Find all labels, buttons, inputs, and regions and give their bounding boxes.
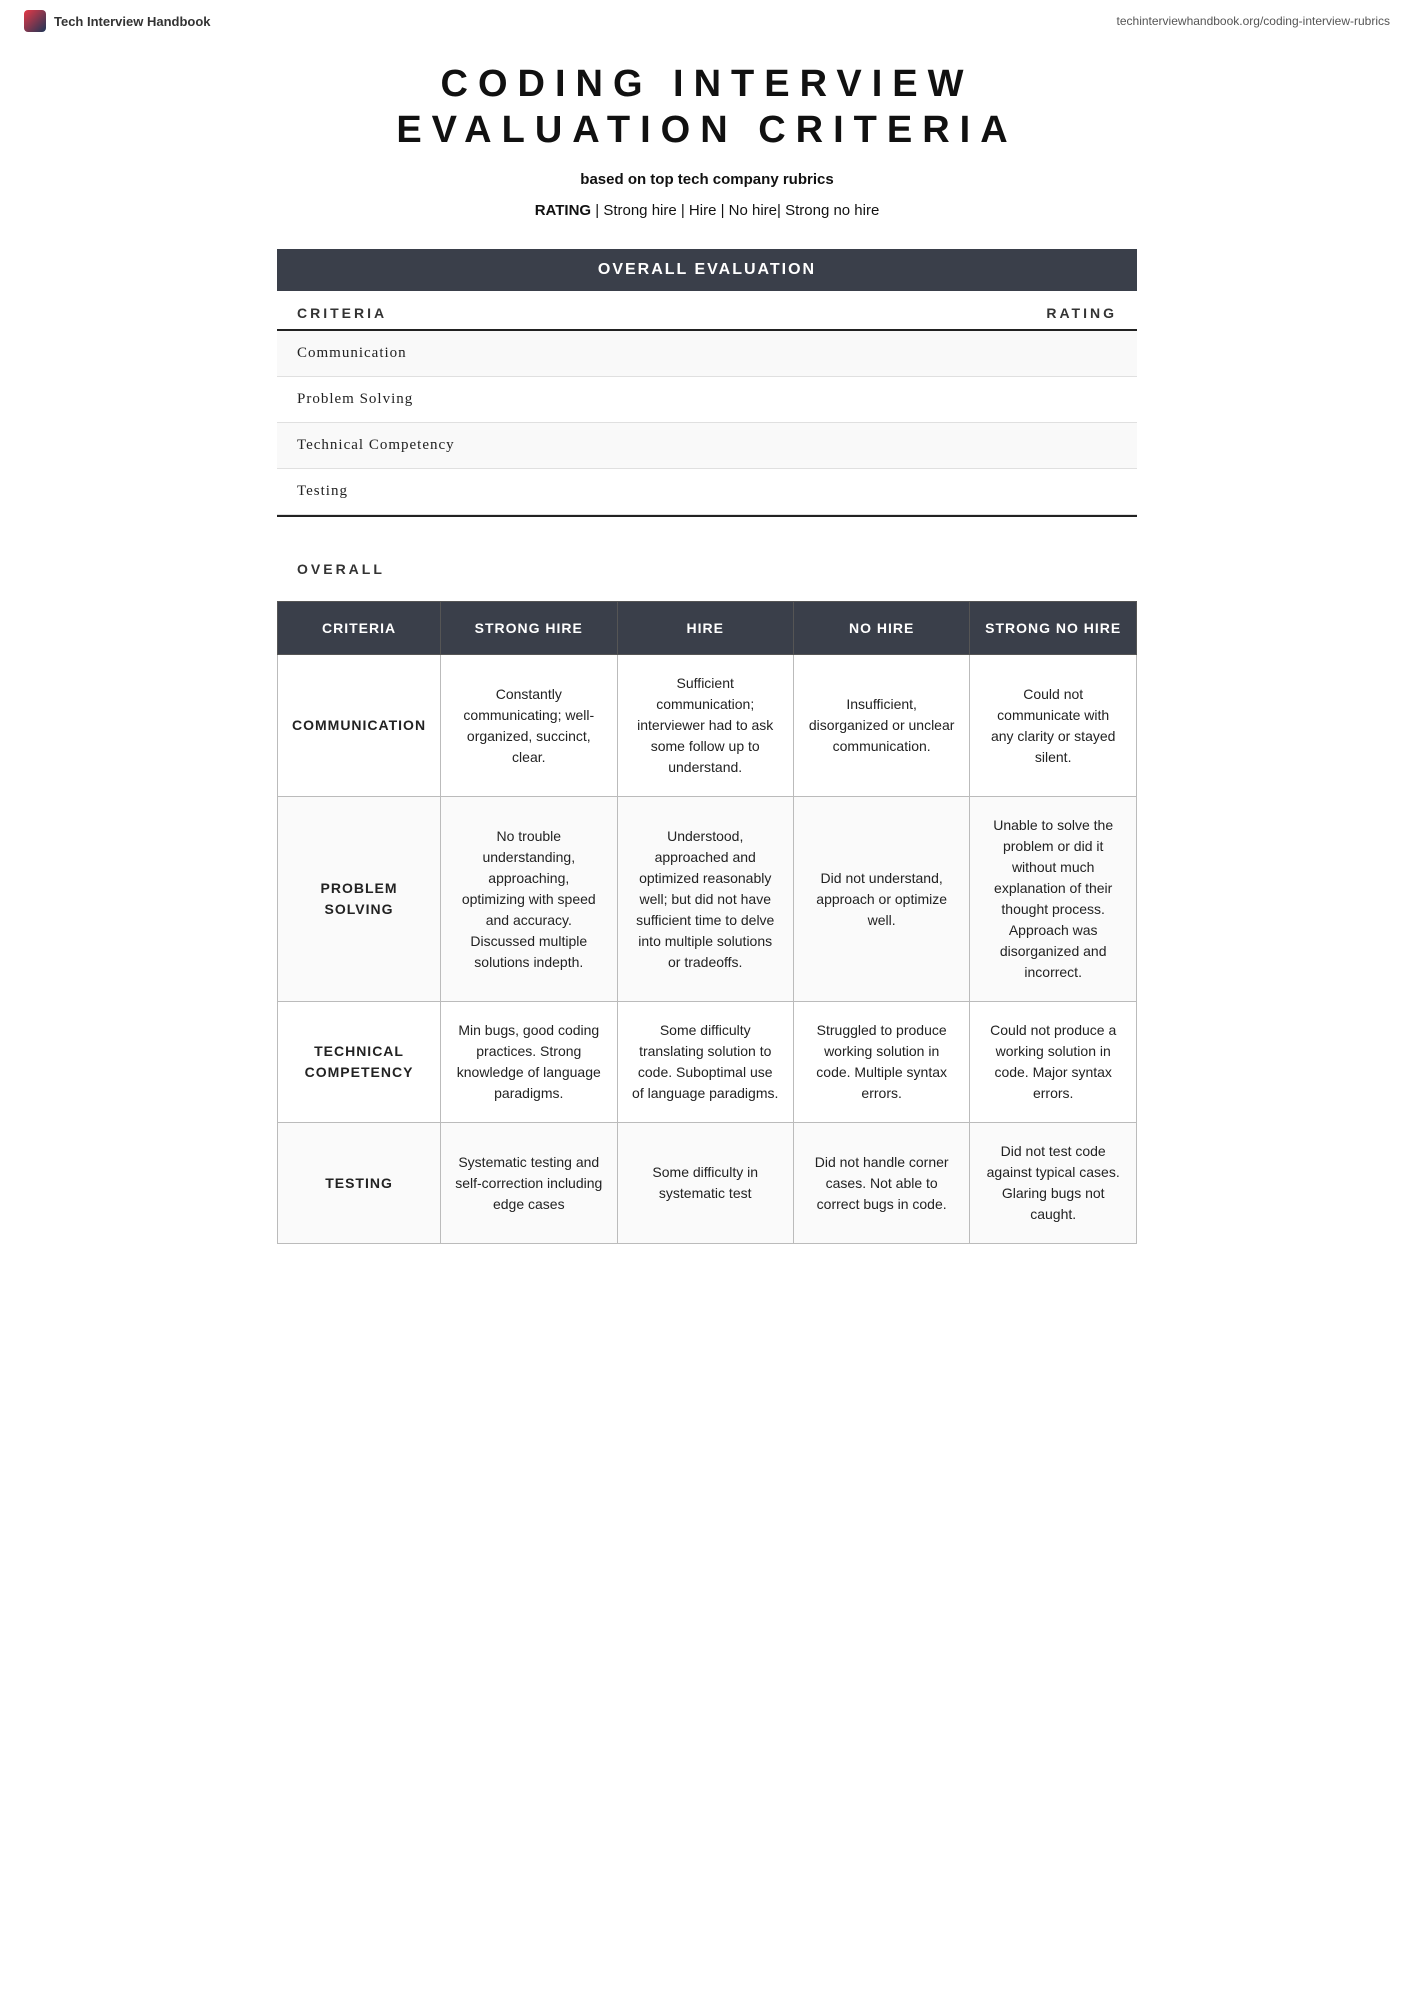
problem-solving-strong-hire: No trouble understanding, approaching, o… bbox=[441, 797, 617, 1002]
col-rating-label: RATING bbox=[1046, 305, 1117, 321]
technical-competency-strong-hire: Min bugs, good coding practices. Strong … bbox=[441, 1002, 617, 1123]
eval-row-problem-solving: Problem Solving bbox=[277, 377, 1137, 423]
logo-text: Tech Interview Handbook bbox=[54, 14, 211, 29]
logo-icon bbox=[24, 10, 46, 32]
overall-evaluation-header: OVERALL EVALUATION bbox=[277, 249, 1137, 291]
topbar: Tech Interview Handbook techinterviewhan… bbox=[0, 0, 1414, 42]
rating-label: RATING bbox=[535, 202, 591, 219]
page-title: CODING INTERVIEW EVALUATION CRITERIA bbox=[277, 62, 1137, 153]
eval-row-communication: Communication bbox=[277, 331, 1137, 377]
col-header-no-hire: NO HIRE bbox=[793, 602, 969, 655]
col-criteria-label: CRITERIA bbox=[297, 305, 387, 321]
rubric-table: CRITERIA STRONG HIRE HIRE NO HIRE STRONG… bbox=[277, 601, 1137, 1244]
rubric-header-row: CRITERIA STRONG HIRE HIRE NO HIRE STRONG… bbox=[278, 602, 1137, 655]
overall-evaluation-section: OVERALL EVALUATION CRITERIA RATING Commu… bbox=[277, 249, 1137, 583]
criteria-testing: TESTING bbox=[278, 1123, 441, 1244]
criteria-problem-solving: PROBLEM SOLVING bbox=[278, 797, 441, 1002]
testing-no-hire: Did not handle corner cases. Not able to… bbox=[793, 1123, 969, 1244]
logo: Tech Interview Handbook bbox=[24, 10, 211, 32]
subtitle: based on top tech company rubrics bbox=[277, 171, 1137, 188]
overall-label: OVERALL bbox=[277, 547, 1137, 583]
col-header-strong-no-hire: STRONG NO HIRE bbox=[970, 602, 1137, 655]
eval-row-testing: Testing bbox=[277, 469, 1137, 515]
rating-line: RATING | Strong hire | Hire | No hire| S… bbox=[277, 202, 1137, 219]
communication-hire: Sufficient communication; interviewer ha… bbox=[617, 655, 793, 797]
criteria-technical-competency: TECHNICAL COMPETENCY bbox=[278, 1002, 441, 1123]
eval-row-label: Communication bbox=[297, 345, 407, 361]
eval-rows: Communication Problem Solving Technical … bbox=[277, 331, 1137, 517]
technical-competency-hire: Some difficulty translating solution to … bbox=[617, 1002, 793, 1123]
criteria-rating-header: CRITERIA RATING bbox=[277, 291, 1137, 331]
technical-competency-strong-no-hire: Could not produce a working solution in … bbox=[970, 1002, 1137, 1123]
eval-row-technical-competency: Technical Competency bbox=[277, 423, 1137, 469]
communication-strong-hire: Constantly communicating; well-organized… bbox=[441, 655, 617, 797]
rating-options: | Strong hire | Hire | No hire| Strong n… bbox=[595, 202, 879, 219]
table-row-testing: TESTING Systematic testing and self-corr… bbox=[278, 1123, 1137, 1244]
table-row-problem-solving: PROBLEM SOLVING No trouble understanding… bbox=[278, 797, 1137, 1002]
col-header-criteria: CRITERIA bbox=[278, 602, 441, 655]
problem-solving-hire: Understood, approached and optimized rea… bbox=[617, 797, 793, 1002]
testing-hire: Some difficulty in systematic test bbox=[617, 1123, 793, 1244]
eval-row-label: Testing bbox=[297, 483, 348, 499]
communication-no-hire: Insufficient, disorganized or unclear co… bbox=[793, 655, 969, 797]
eval-row-label: Technical Competency bbox=[297, 437, 455, 453]
problem-solving-strong-no-hire: Unable to solve the problem or did it wi… bbox=[970, 797, 1137, 1002]
communication-strong-no-hire: Could not communicate with any clarity o… bbox=[970, 655, 1137, 797]
testing-strong-hire: Systematic testing and self-correction i… bbox=[441, 1123, 617, 1244]
table-row-communication: COMMUNICATION Constantly communicating; … bbox=[278, 655, 1137, 797]
criteria-communication: COMMUNICATION bbox=[278, 655, 441, 797]
col-header-strong-hire: STRONG HIRE bbox=[441, 602, 617, 655]
testing-strong-no-hire: Did not test code against typical cases.… bbox=[970, 1123, 1137, 1244]
col-header-hire: HIRE bbox=[617, 602, 793, 655]
technical-competency-no-hire: Struggled to produce working solution in… bbox=[793, 1002, 969, 1123]
problem-solving-no-hire: Did not understand, approach or optimize… bbox=[793, 797, 969, 1002]
eval-row-label: Problem Solving bbox=[297, 391, 413, 407]
main-content: CODING INTERVIEW EVALUATION CRITERIA bas… bbox=[247, 42, 1167, 1304]
topbar-url: techinterviewhandbook.org/coding-intervi… bbox=[1117, 14, 1390, 28]
table-row-technical-competency: TECHNICAL COMPETENCY Min bugs, good codi… bbox=[278, 1002, 1137, 1123]
